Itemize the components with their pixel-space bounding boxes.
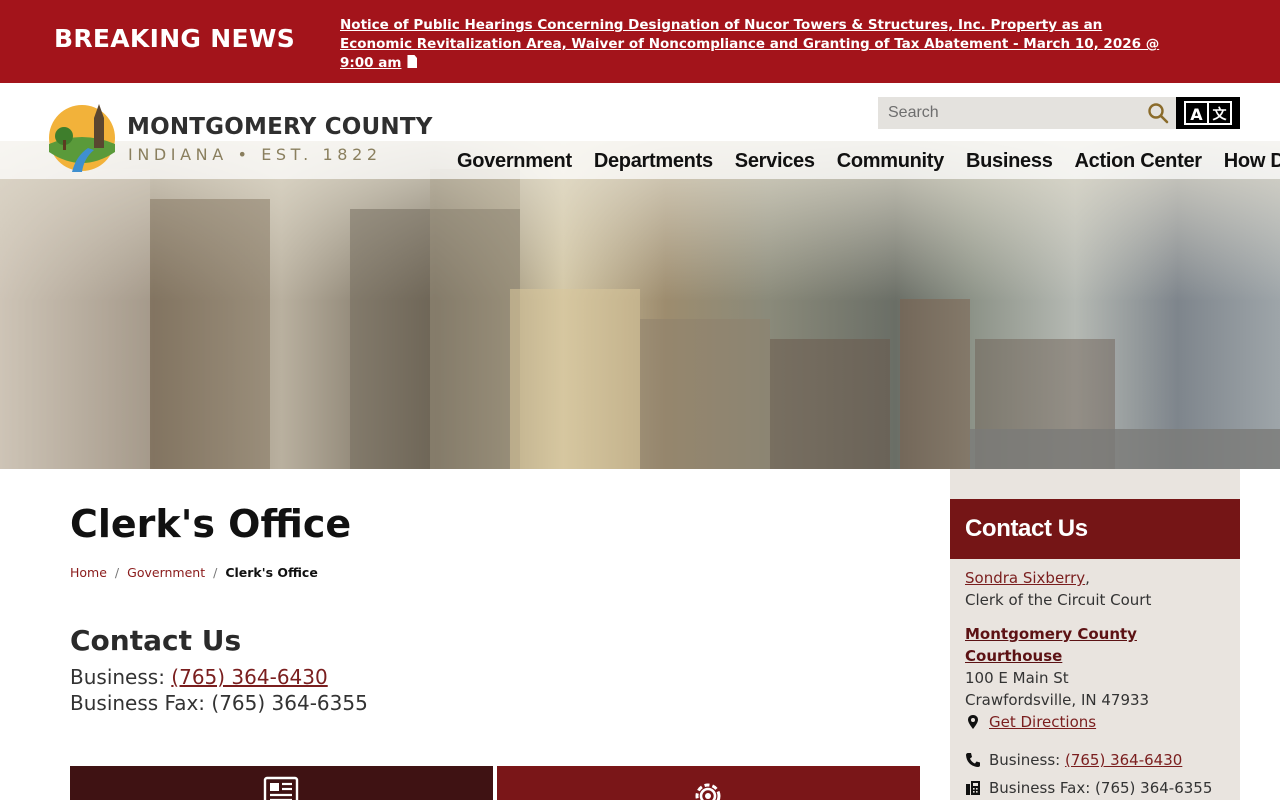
fax-icon — [966, 781, 980, 795]
nav-item-community[interactable]: Community — [826, 146, 955, 176]
search-box — [878, 97, 1176, 129]
nav-item-action-center[interactable]: Action Center — [1064, 146, 1213, 176]
business-fax-line: Business Fax: (765) 364-6355 — [70, 691, 368, 715]
sidebar-heading-bar: Contact Us — [950, 499, 1240, 559]
breaking-news-bar: BREAKING NEWS Notice of Public Hearings … — [0, 0, 1280, 83]
breadcrumb-separator: / — [114, 565, 120, 580]
translate-icon: A 文 — [1184, 101, 1232, 125]
breadcrumb-home-link[interactable]: Home — [70, 565, 107, 580]
logo-title: MONTGOMERY COUNTY — [127, 114, 433, 140]
contact-person-title: Clerk of the Circuit Court — [965, 591, 1152, 609]
location-link[interactable]: Montgomery County — [965, 623, 1137, 645]
nav-item-how-do-i[interactable]: How Do I... — [1213, 146, 1280, 176]
pdf-file-icon — [407, 55, 418, 68]
breadcrumb: Home / Government / Clerk's Office — [70, 565, 318, 580]
breadcrumb-current: Clerk's Office — [225, 565, 318, 580]
business-phone-link[interactable]: (765) 364-6430 — [171, 665, 327, 689]
breaking-news-link[interactable]: Notice of Public Hearings Concerning Des… — [340, 16, 1160, 73]
map-pin-icon — [968, 715, 978, 729]
contact-heading: Contact Us — [70, 624, 242, 657]
main-nav: Government Departments Services Communit… — [446, 146, 1280, 176]
breaking-news-label: BREAKING NEWS — [54, 24, 296, 53]
sidebar-heading: Contact Us — [965, 515, 1088, 542]
business-phone-label: Business: — [70, 665, 165, 689]
get-directions-link[interactable]: Get Directions — [989, 713, 1096, 731]
contact-person: Sondra Sixberry, — [965, 569, 1090, 587]
address-street: 100 E Main St — [965, 669, 1069, 687]
get-directions[interactable]: Get Directions — [989, 711, 1096, 733]
breadcrumb-government-link[interactable]: Government — [127, 565, 205, 580]
news-tile[interactable] — [70, 766, 493, 806]
nav-item-business[interactable]: Business — [955, 146, 1064, 176]
translate-button[interactable]: A 文 — [1176, 97, 1240, 129]
sidebar-business-phone-link[interactable]: (765) 364-6430 — [1065, 751, 1182, 769]
contact-person-link[interactable]: Sondra Sixberry — [965, 569, 1085, 587]
breadcrumb-separator: / — [213, 565, 218, 580]
svg-text:文: 文 — [1213, 106, 1228, 123]
hero-image — [0, 141, 1280, 469]
business-phone-line: Business: (765) 364-6430 — [70, 665, 328, 689]
services-tile[interactable] — [497, 766, 920, 806]
gear-icon — [695, 783, 721, 806]
logo-emblem-icon — [49, 104, 115, 172]
nav-item-departments[interactable]: Departments — [583, 146, 724, 176]
address-city: Crawfordsville, IN 47933 — [965, 691, 1150, 709]
sidebar-business-phone: Business: (765) 364-6430 — [989, 751, 1183, 769]
search-input[interactable] — [878, 97, 1140, 129]
nav-item-services[interactable]: Services — [724, 146, 826, 176]
search-icon[interactable] — [1146, 101, 1170, 125]
logo-subtitle: INDIANA • EST. 1822 — [128, 145, 382, 164]
page-title: Clerk's Office — [70, 502, 352, 546]
location-link-line2[interactable]: Courthouse — [965, 645, 1062, 667]
sidebar-business-fax: Business Fax: (765) 364-6355 — [989, 779, 1213, 797]
newspaper-icon — [263, 776, 299, 806]
svg-text:A: A — [1190, 105, 1203, 124]
phone-icon — [966, 753, 980, 767]
county-logo[interactable]: MONTGOMERY COUNTY INDIANA • EST. 1822 — [42, 96, 432, 176]
nav-item-government[interactable]: Government — [446, 146, 583, 176]
